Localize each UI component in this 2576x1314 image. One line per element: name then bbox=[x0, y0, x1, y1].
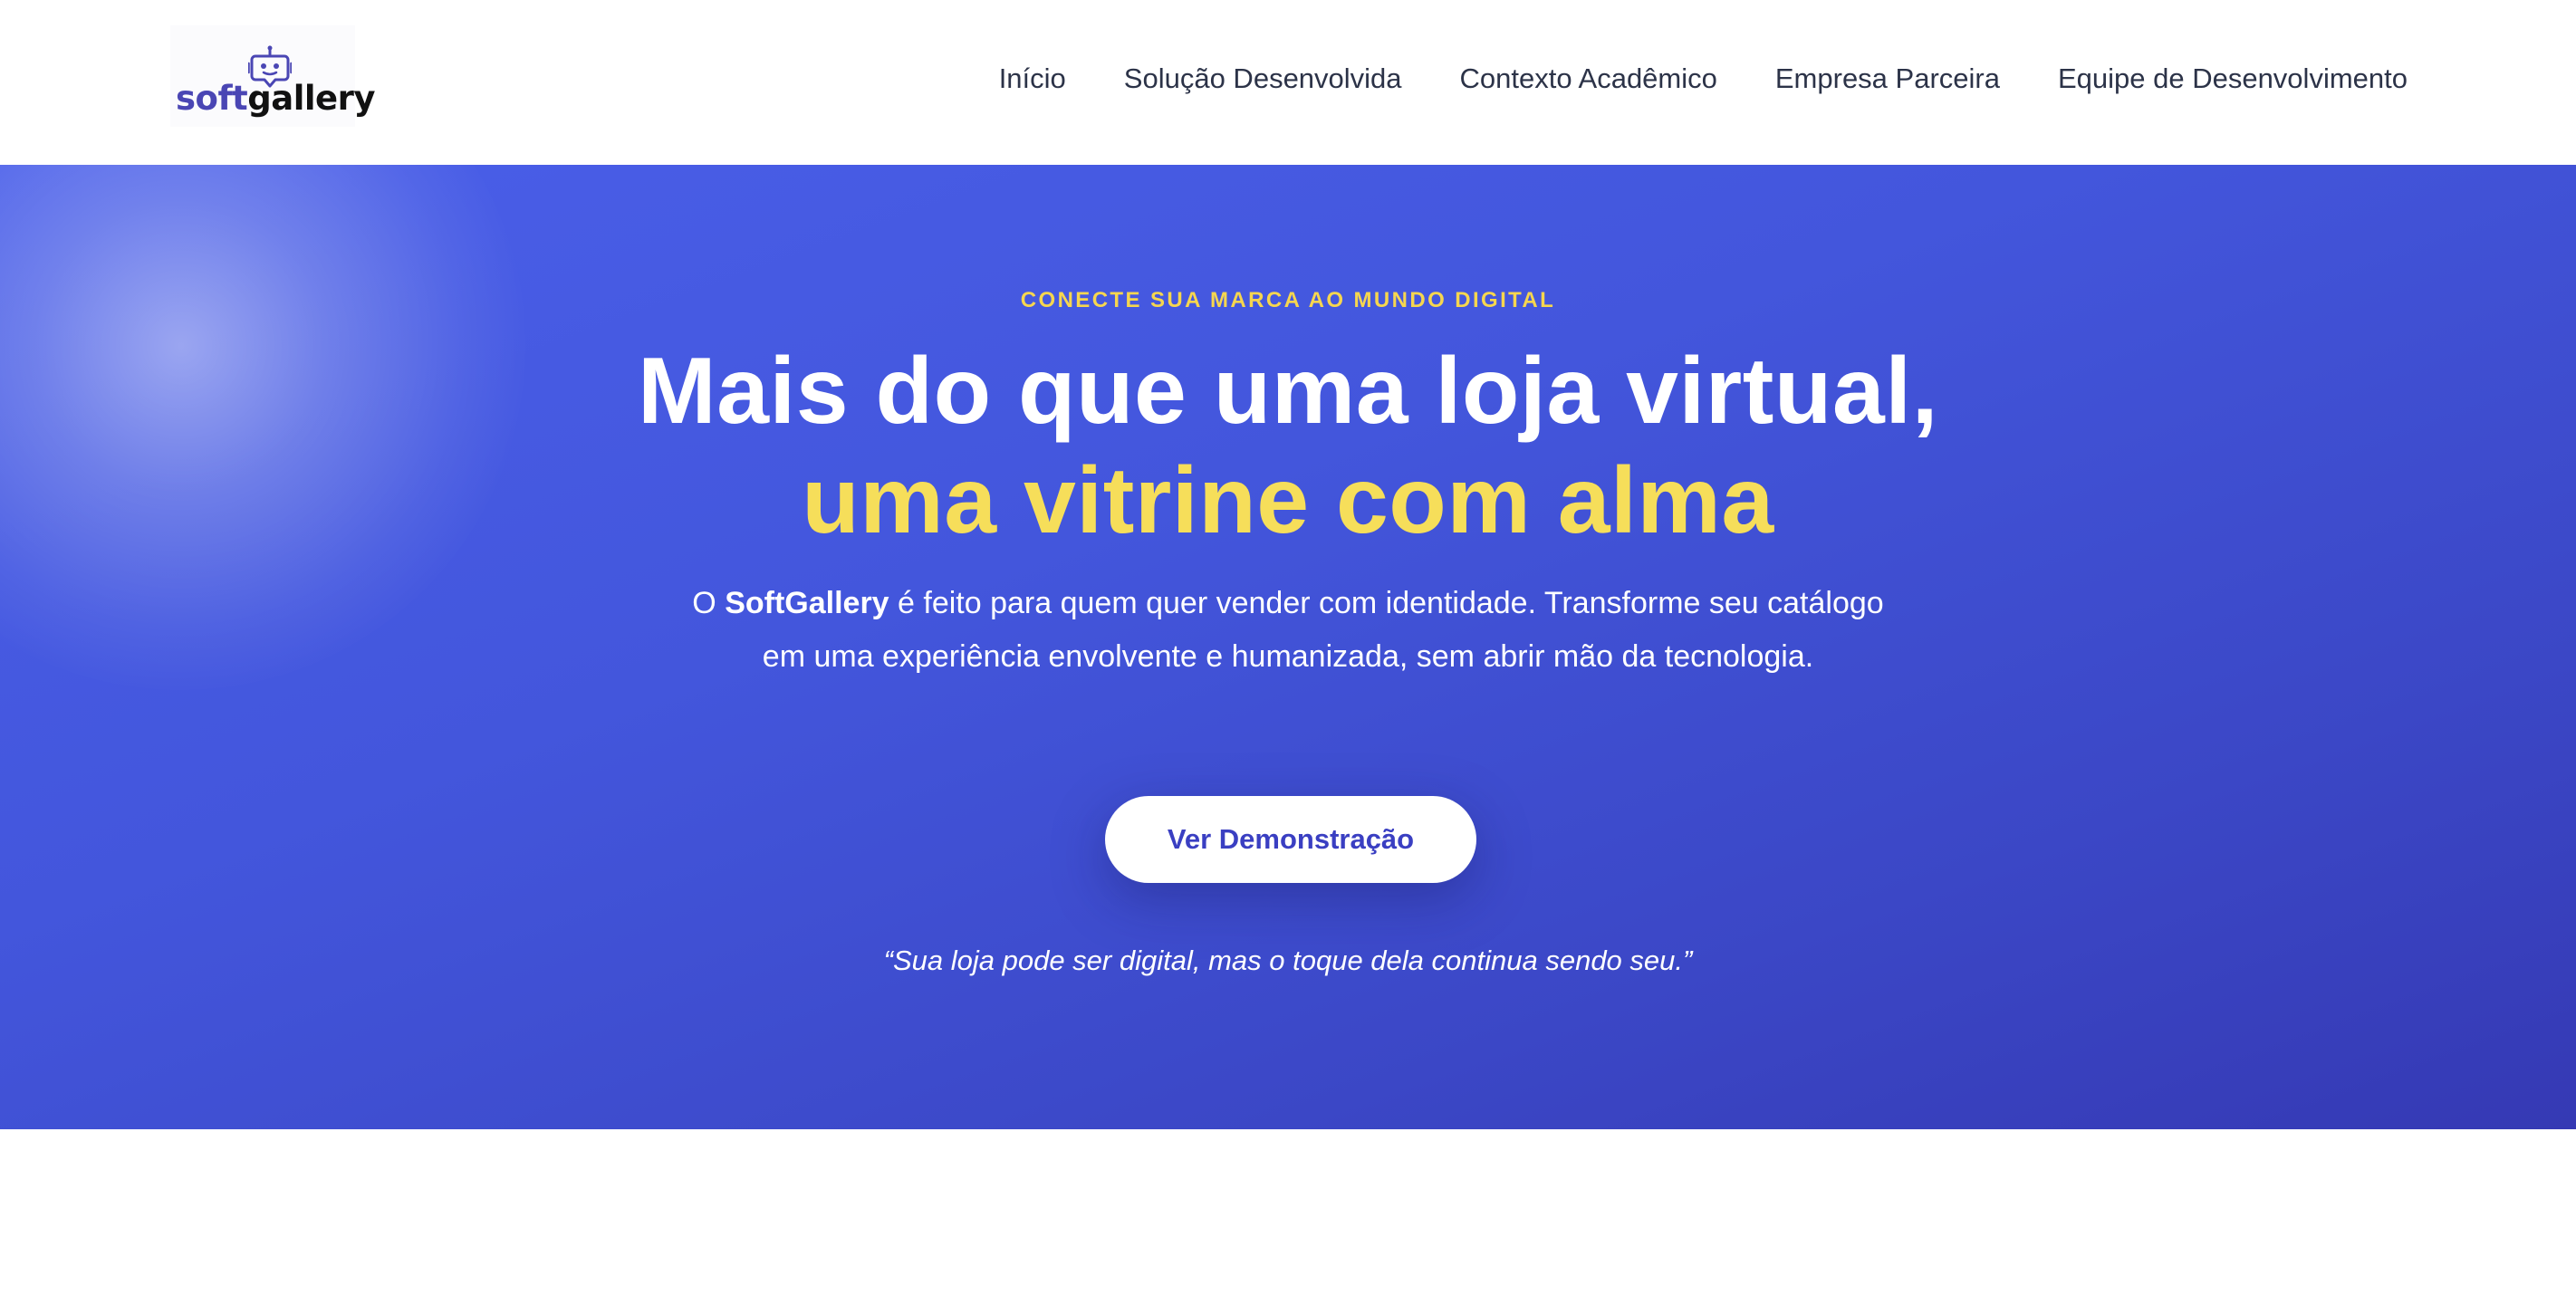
hero-desc-prefix: O bbox=[692, 586, 726, 620]
logo-wordmark: softgallery bbox=[176, 79, 376, 118]
nav-link-inicio[interactable]: Início bbox=[999, 62, 1066, 95]
logo[interactable]: softgallery bbox=[170, 25, 376, 127]
below-fold-area bbox=[0, 1129, 2576, 1314]
logo-word-gallery: gallery bbox=[247, 79, 376, 118]
hero-desc-brand: SoftGallery bbox=[725, 586, 889, 620]
hero-desc-rest: é feito para quem quer vender com identi… bbox=[762, 586, 1884, 674]
hero-title: Mais do que uma loja virtual, uma vitrin… bbox=[0, 337, 2576, 556]
hero-eyebrow: CONECTE SUA MARCA AO MUNDO DIGITAL bbox=[1020, 288, 1556, 312]
hero-section: CONECTE SUA MARCA AO MUNDO DIGITAL Mais … bbox=[0, 165, 2576, 1129]
nav-link-empresa[interactable]: Empresa Parceira bbox=[1775, 62, 2000, 95]
hero-title-line2: uma vitrine com alma bbox=[802, 448, 1774, 553]
hero-quote: “Sua loja pode ser digital, mas o toque … bbox=[883, 945, 1693, 976]
hero-title-line1: Mais do que uma loja virtual, bbox=[637, 339, 1939, 444]
nav-link-equipe[interactable]: Equipe de Desenvolvimento bbox=[2058, 62, 2408, 95]
logo-word-soft: soft bbox=[176, 79, 248, 118]
main-nav: Início Solução Desenvolvida Contexto Aca… bbox=[999, 62, 2408, 95]
nav-link-contexto[interactable]: Contexto Acadêmico bbox=[1460, 62, 1717, 95]
hero-description: O SoftGallery é feito para quem quer ven… bbox=[688, 577, 1888, 684]
nav-link-solucao[interactable]: Solução Desenvolvida bbox=[1124, 62, 1402, 95]
site-header: softgallery Início Solução Desenvolvida … bbox=[0, 0, 2576, 165]
demo-button[interactable]: Ver Demonstração bbox=[1105, 796, 1476, 883]
